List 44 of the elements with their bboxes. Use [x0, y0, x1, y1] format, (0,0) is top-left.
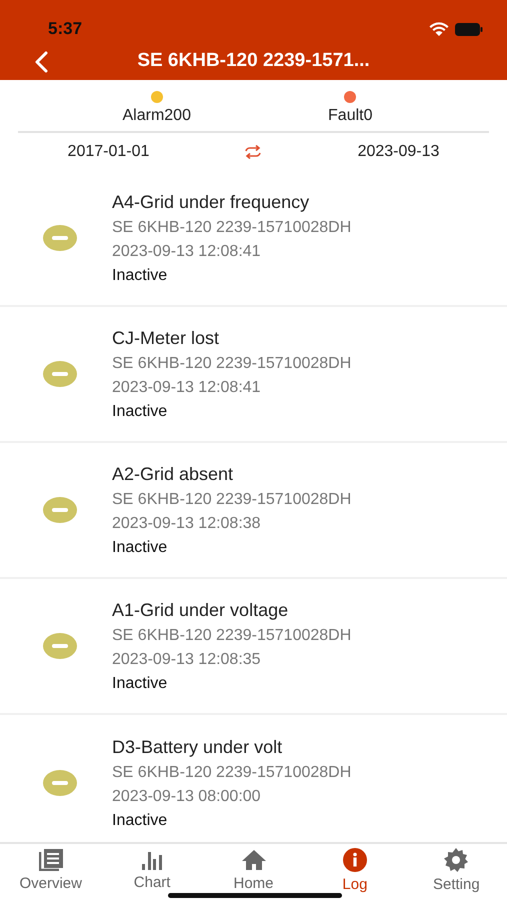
tab-item[interactable]: Home [202, 844, 304, 896]
count-label[interactable]: Fault0 [328, 107, 372, 125]
event-title: A1-Grid under voltage [112, 600, 288, 620]
tab-item[interactable]: Log [304, 844, 406, 896]
tab-item[interactable]: Chart [101, 844, 203, 896]
event-status: Inactive [112, 674, 168, 692]
event-title: D3-Battery under volt [112, 736, 282, 758]
event-time: 2023-09-13 12:08:41 [112, 378, 261, 396]
event-title: A2-Grid absent [112, 464, 234, 484]
list-icon [38, 848, 63, 870]
device-name: SE 6KHB-120 2239-15710028DH [112, 764, 352, 782]
device-name: SE 6KHB-120 2239-15710028DH [112, 490, 352, 508]
home-icon [240, 848, 267, 870]
event-title: CJ-Meter lost [112, 328, 220, 348]
device-name: SE 6KHB-120 2239-15710028DH [112, 218, 352, 236]
event-status: Inactive [112, 812, 168, 830]
bar-chart-icon [141, 850, 164, 870]
end-date[interactable]: 2023-09-13 [358, 143, 440, 161]
start-date[interactable]: 2017-01-01 [68, 143, 150, 161]
event-title: A4-Grid under frequency [112, 192, 310, 212]
event-status: Inactive [112, 538, 168, 556]
info-icon [342, 848, 367, 872]
event-time: 2023-09-13 12:08:35 [112, 650, 261, 668]
device-name: SE 6KHB-120 2239-15710028DH [112, 626, 352, 644]
battery-icon [455, 22, 483, 36]
count-label[interactable]: Alarm200 [122, 107, 191, 125]
event-time: 2023-09-13 12:08:38 [112, 514, 261, 532]
event-status: Inactive [112, 266, 168, 284]
event-time: 2023-09-13 12:08:41 [112, 242, 261, 260]
event-time: 2023-09-13 08:00:00 [112, 788, 261, 806]
minus-circle-icon [42, 496, 78, 524]
minus-circle-icon [42, 769, 78, 797]
device-name: SE 6KHB-120 2239-15710028DH [112, 354, 352, 372]
status-time: 5:37 [48, 19, 84, 39]
tab-item[interactable]: Overview [0, 844, 102, 896]
minus-circle-icon [42, 632, 78, 660]
settings-icon [444, 848, 468, 872]
minus-circle-icon [42, 224, 78, 252]
wifi-icon [429, 22, 449, 36]
swap-icon[interactable] [244, 145, 262, 159]
tab-item[interactable]: Setting [406, 844, 507, 896]
minus-circle-icon [42, 360, 78, 388]
page-title: SE 6KHB-120 2239-1571... [137, 50, 370, 72]
event-status: Inactive [112, 402, 168, 420]
